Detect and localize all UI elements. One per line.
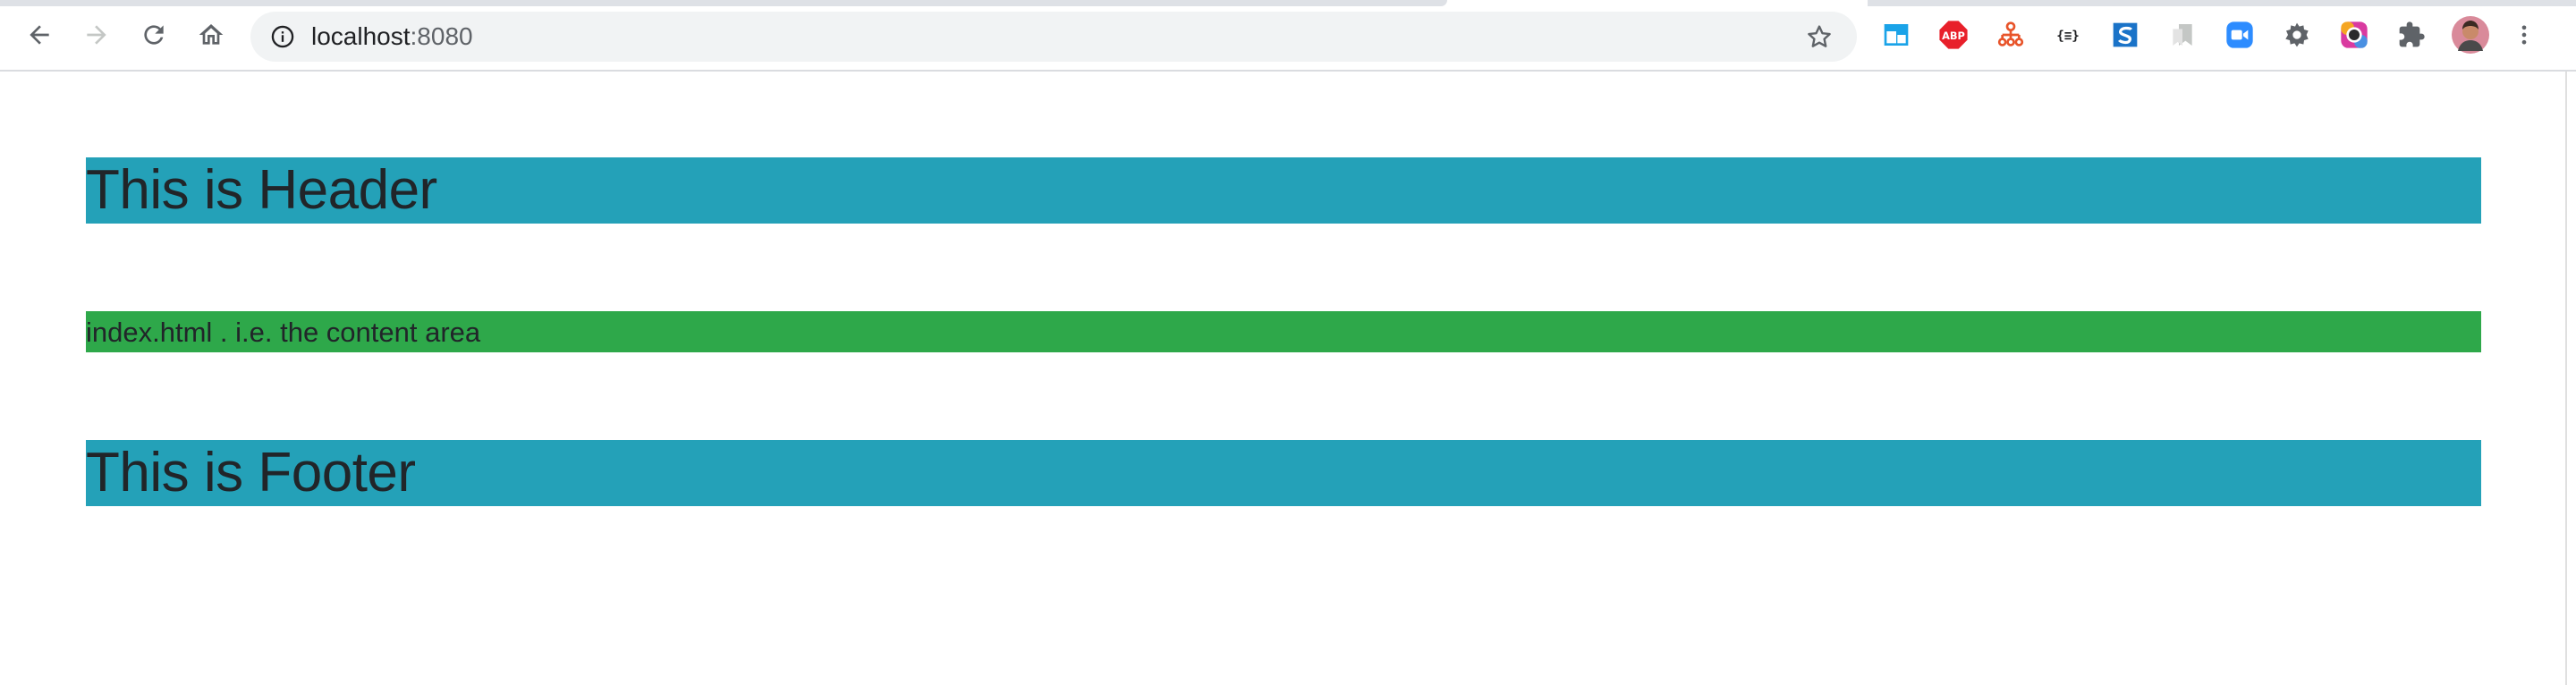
forward-icon <box>87 25 106 45</box>
extension-tab-manager[interactable] <box>1880 19 1912 51</box>
forward-button[interactable] <box>79 17 114 53</box>
tab-manager-extension-icon <box>1884 24 1909 46</box>
extension-settings-gear[interactable] <box>2281 19 2313 51</box>
extensions-puzzle-icon <box>2399 21 2425 47</box>
page-header: This is Header <box>86 157 2481 224</box>
json-formatter-extension-icon: {≡} <box>2056 30 2080 44</box>
stylish-extension-icon <box>2113 22 2138 47</box>
back-button[interactable] <box>21 17 57 53</box>
adblock-plus-extension-icon: ABP <box>1939 21 1968 49</box>
page-content-area: index.html . i.e. the content area <box>86 311 2481 352</box>
extension-color-picker[interactable] <box>2338 19 2370 51</box>
footer-title: This is Footer <box>86 442 416 503</box>
extensions-button[interactable] <box>2395 19 2428 51</box>
url-host: localhost <box>311 22 411 50</box>
sitemap-extension-icon <box>1997 21 2024 47</box>
settings-gear-extension-icon <box>2285 22 2309 47</box>
svg-text:ABP: ABP <box>1942 30 1965 42</box>
active-tab-edge[interactable] <box>0 0 1447 6</box>
profile-avatar-button[interactable] <box>2451 15 2490 55</box>
inactive-tab-edge[interactable] <box>1868 0 2576 6</box>
page-footer: This is Footer <box>86 440 2481 506</box>
color-picker-extension-icon <box>2341 21 2368 48</box>
bookmark-star-icon[interactable] <box>1805 22 1834 51</box>
address-bar[interactable]: localhost:8080 <box>250 12 1857 62</box>
site-info-icon[interactable] <box>270 24 295 49</box>
back-icon <box>30 25 49 45</box>
svg-text:{≡}: {≡} <box>2056 30 2080 44</box>
extension-sitemap[interactable] <box>1995 19 2027 51</box>
content-text: index.html . i.e. the content area <box>86 317 481 348</box>
browser-menu-button[interactable] <box>2512 19 2537 51</box>
profile-avatar-icon <box>2452 16 2489 54</box>
more-vertical-icon <box>2521 25 2527 45</box>
zoom-extension-icon <box>2226 21 2253 48</box>
url-text[interactable]: localhost:8080 <box>311 12 473 62</box>
extension-adblock-plus[interactable]: ABP <box>1937 19 1970 51</box>
page-viewport: This is Header index.html . i.e. the con… <box>0 72 2565 685</box>
home-button[interactable] <box>193 17 229 53</box>
bookmark-extension-icon <box>2173 24 2192 46</box>
browser-toolbar: localhost:8080 ABP {≡} <box>0 0 2576 72</box>
extension-zoom[interactable] <box>2224 19 2256 51</box>
reload-icon <box>144 25 164 45</box>
window-right-edge <box>2565 72 2576 685</box>
extension-stylish[interactable] <box>2109 19 2141 51</box>
extension-json-formatter[interactable]: {≡} <box>2052 19 2084 51</box>
home-icon <box>199 24 224 45</box>
extension-bookmark[interactable] <box>2166 19 2199 51</box>
url-port: :8080 <box>410 22 473 50</box>
reload-button[interactable] <box>136 17 172 53</box>
header-title: This is Header <box>86 159 437 221</box>
